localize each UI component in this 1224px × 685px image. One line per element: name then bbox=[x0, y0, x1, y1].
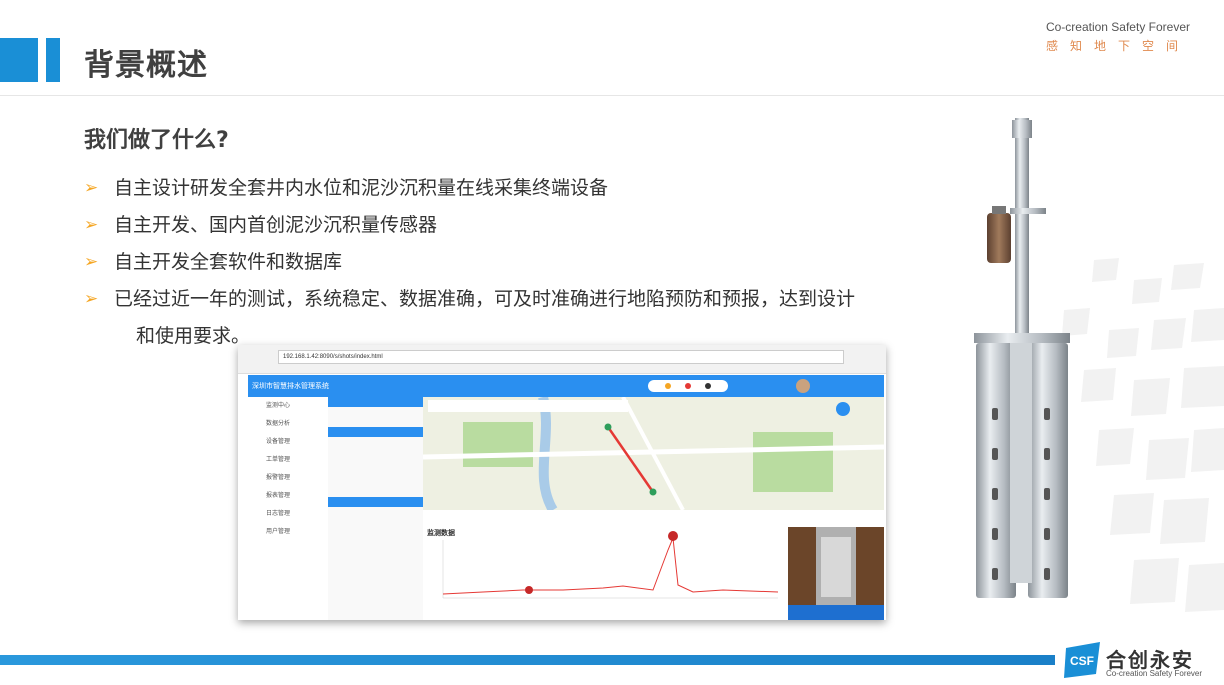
arrow-bullet-icon: ➢ bbox=[84, 178, 99, 198]
sensor-device-image bbox=[974, 118, 1070, 598]
tree-item[interactable] bbox=[328, 427, 423, 437]
sidebar-item[interactable]: 用户管理 bbox=[248, 523, 328, 541]
sidebar-item[interactable]: 数据分析 bbox=[248, 415, 328, 433]
arrow-bullet-icon: ➢ bbox=[84, 289, 99, 309]
map-view[interactable] bbox=[423, 397, 884, 510]
chart-plot bbox=[442, 531, 779, 599]
tree-item[interactable] bbox=[328, 477, 423, 487]
tree-item[interactable] bbox=[328, 397, 423, 407]
footer-bar bbox=[0, 655, 1055, 665]
manhole-photo bbox=[788, 527, 884, 620]
tree-item[interactable] bbox=[328, 447, 423, 457]
logo-text-en: Co-creation Safety Forever bbox=[1106, 669, 1203, 678]
tree-item[interactable] bbox=[328, 527, 423, 537]
svg-text:CSF: CSF bbox=[1070, 654, 1094, 668]
page-title: 背景概述 bbox=[84, 48, 208, 83]
tree-item[interactable] bbox=[328, 417, 423, 427]
browser-toolbar: 192.168.1.42:8090/s/shots/index.html bbox=[238, 345, 886, 374]
company-logo: CSF 合创永安 Co-creation Safety Forever bbox=[1062, 638, 1212, 682]
sidebar-item[interactable]: 日志管理 bbox=[248, 505, 328, 523]
csf-logo-icon: CSF bbox=[1064, 642, 1100, 678]
header-divider bbox=[0, 95, 1224, 96]
title-accent-bar bbox=[0, 38, 38, 82]
sidebar-item[interactable]: 监测中心 bbox=[248, 397, 328, 415]
tagline-cn: 感知地下空间 bbox=[1045, 39, 1190, 53]
bullet-list: ➢ 自主设计研发全套井内水位和泥沙沉积量在线采集终端设备 ➢ 自主开发、国内首创泥沙… bbox=[84, 170, 924, 355]
sidebar-item[interactable]: 报警管理 bbox=[248, 469, 328, 487]
browser-url: 192.168.1.42:8090/s/shots/index.html bbox=[278, 350, 844, 364]
header-icons bbox=[648, 379, 810, 393]
tagline-en: Co-creation Safety Forever bbox=[1045, 20, 1190, 34]
bullet-item: ➢ 自主设计研发全套井内水位和泥沙沉积量在线采集终端设备 bbox=[84, 170, 924, 207]
section-subtitle: 我们做了什么? bbox=[84, 128, 229, 153]
tree-item[interactable] bbox=[328, 547, 423, 557]
tree-item[interactable] bbox=[328, 517, 423, 527]
software-screenshot: 192.168.1.42:8090/s/shots/index.html 深圳市… bbox=[238, 345, 886, 620]
tree-item[interactable] bbox=[328, 437, 423, 447]
bullet-continuation: 和使用要求。 bbox=[136, 325, 251, 347]
tree-item[interactable] bbox=[328, 467, 423, 477]
device-tree bbox=[328, 397, 424, 620]
arrow-bullet-icon: ➢ bbox=[84, 252, 99, 272]
sidebar-item[interactable]: 报表管理 bbox=[248, 487, 328, 505]
bullet-item: ➢ 自主开发、国内首创泥沙沉积量传感器 bbox=[84, 207, 924, 244]
title-accent-bar-thin bbox=[46, 38, 60, 82]
monitoring-chart: 监测数据 bbox=[423, 510, 788, 620]
tree-item[interactable] bbox=[328, 497, 423, 507]
sidebar-item[interactable]: 设备管理 bbox=[248, 433, 328, 451]
tree-item[interactable] bbox=[328, 537, 423, 547]
tree-item[interactable] bbox=[328, 507, 423, 517]
bullet-item: ➢ 自主开发全套软件和数据库 bbox=[84, 244, 924, 281]
sidebar-item[interactable]: 工单管理 bbox=[248, 451, 328, 469]
tree-item[interactable] bbox=[328, 557, 423, 567]
tree-item[interactable] bbox=[328, 407, 423, 417]
app-sidebar: 监测中心 数据分析 设备管理 工单管理 报警管理 报表管理 日志管理 用户管理 bbox=[248, 397, 329, 620]
arrow-bullet-icon: ➢ bbox=[84, 215, 99, 235]
app-header: 深圳市智慧排水管理系统 bbox=[248, 375, 884, 397]
tree-item[interactable] bbox=[328, 457, 423, 467]
tree-item[interactable] bbox=[328, 487, 423, 497]
bullet-item: ➢ 已经过近一年的测试，系统稳定、数据准确，可及时准确进行地陷预防和预报，达到设计… bbox=[84, 281, 924, 355]
